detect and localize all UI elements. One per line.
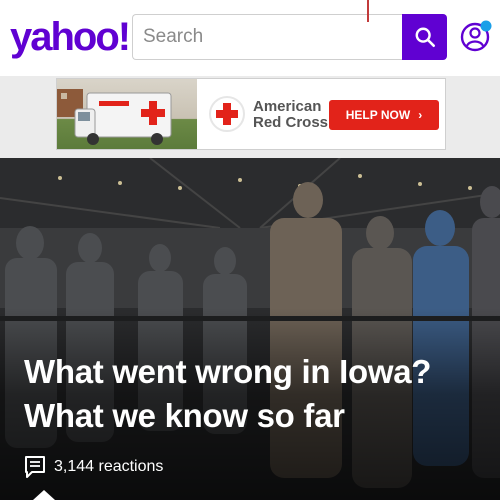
logo-text: yahoo!: [10, 15, 131, 59]
profile-button[interactable]: [459, 18, 493, 54]
red-cross-icon: [216, 103, 238, 125]
search-input[interactable]: [133, 15, 402, 59]
hero-article[interactable]: What went wrong in Iowa? What we know so…: [0, 158, 500, 500]
red-cross-logo: [209, 96, 245, 132]
reactions-count: 3,144 reactions: [54, 458, 164, 475]
reactions-link[interactable]: 3,144 reactions: [24, 452, 163, 482]
ad-title: American Red Cross: [253, 98, 329, 131]
search-icon: [415, 27, 435, 47]
profile-icon: [460, 20, 492, 52]
search-button[interactable]: [402, 14, 447, 60]
article-headline[interactable]: What went wrong in Iowa? What we know so…: [24, 350, 494, 438]
help-now-arrow: ›: [418, 108, 423, 122]
ad-photo: [57, 79, 197, 149]
help-now-label: HELP NOW: [345, 108, 411, 122]
help-now-button[interactable]: HELP NOW ›: [329, 100, 439, 130]
cursor-marker: [367, 0, 369, 22]
red-cross-ad[interactable]: American Red Cross HELP NOW ›: [56, 78, 446, 150]
carousel-indicator: [33, 490, 55, 500]
ad-area: American Red Cross HELP NOW ›: [0, 76, 500, 158]
ambulance-image: [57, 89, 172, 145]
comment-icon: [25, 456, 45, 478]
search-box: [132, 14, 402, 60]
top-header: yahoo!: [0, 0, 500, 76]
yahoo-logo[interactable]: yahoo!: [10, 14, 131, 60]
